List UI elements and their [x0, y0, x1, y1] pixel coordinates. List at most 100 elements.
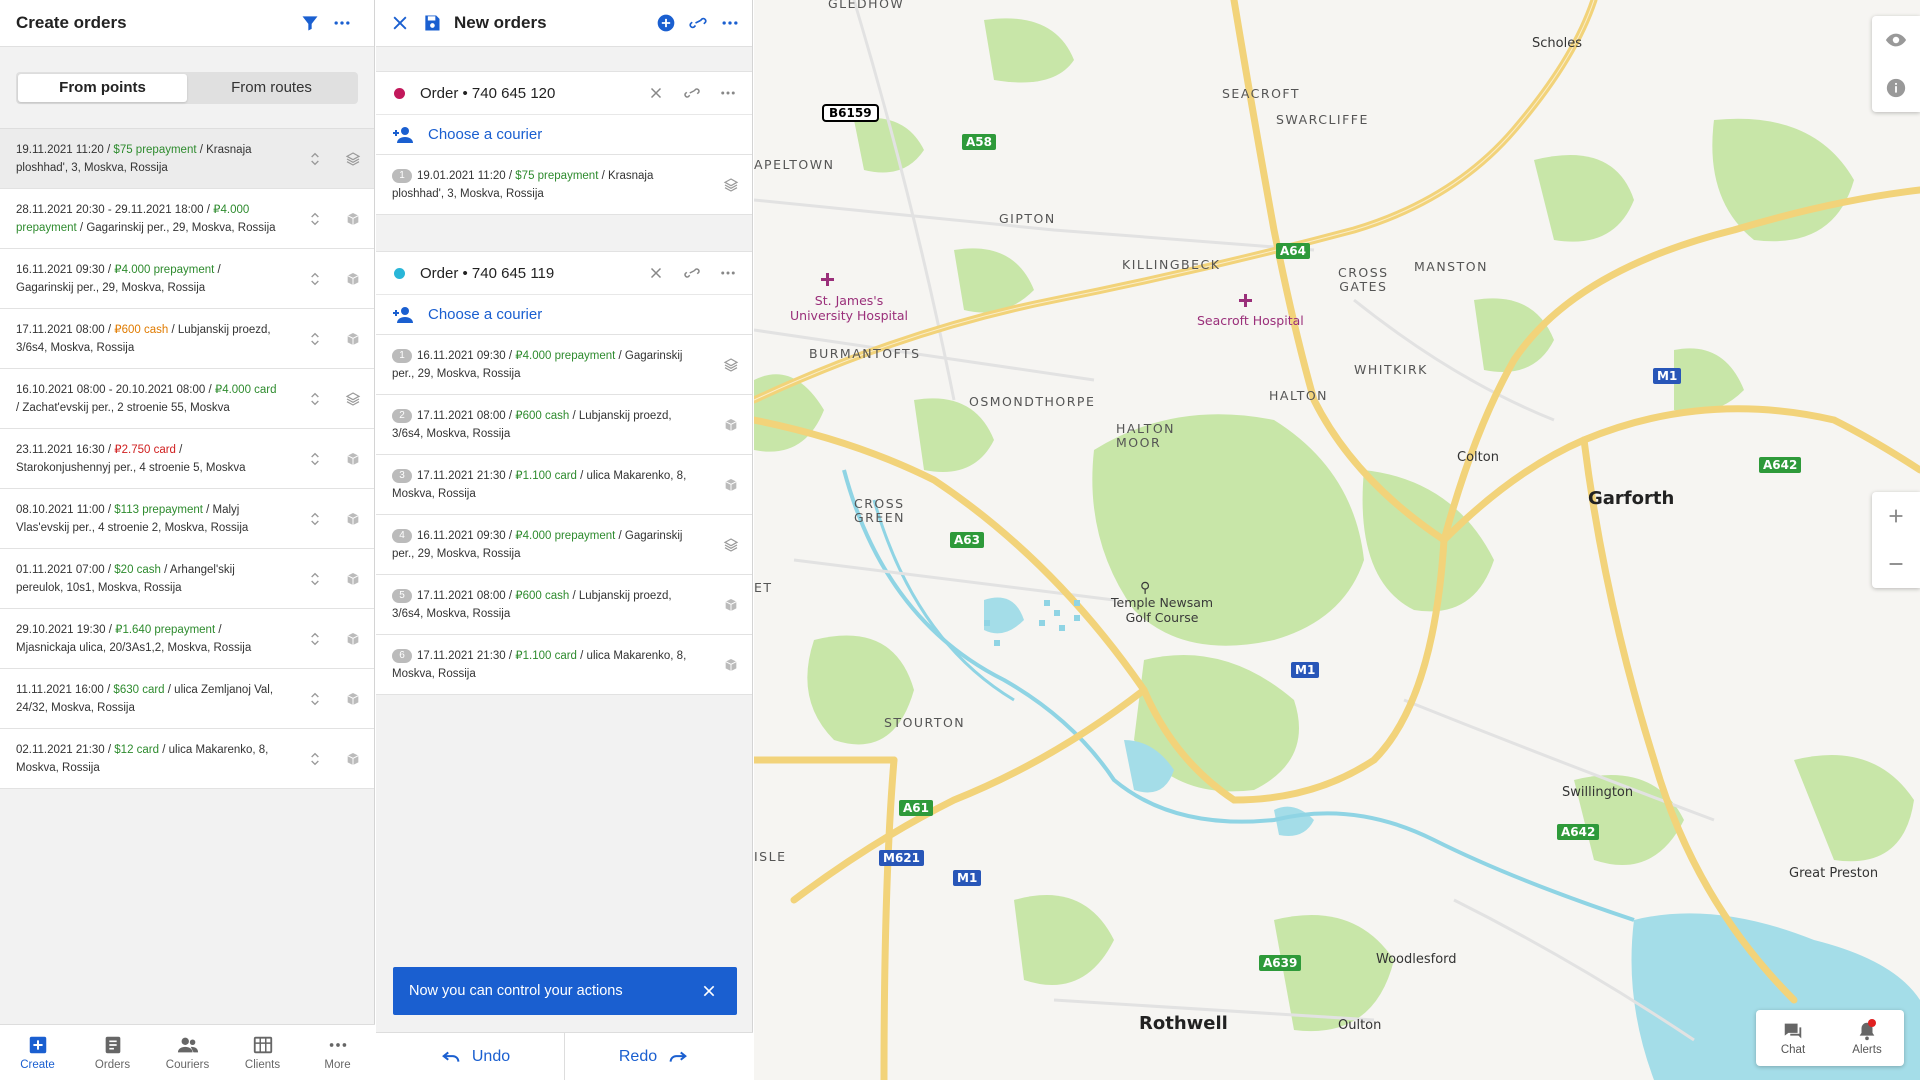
point-row[interactable]: 17.11.2021 08:00 / ₽600 cash / Lubjanski… — [0, 309, 374, 369]
map-label-swarcliffe: SWARCLIFFE — [1276, 112, 1369, 127]
expand-icon — [311, 272, 319, 285]
tab-from-routes[interactable]: From routes — [187, 74, 356, 102]
point-row[interactable]: 19.11.2021 11:20 / $75 prepayment / Kras… — [0, 129, 374, 189]
zoom-in-button[interactable] — [1872, 492, 1920, 540]
expand-button[interactable] — [304, 448, 326, 470]
zoom-out-button[interactable] — [1872, 540, 1920, 588]
box-icon — [347, 632, 359, 645]
map-canvas: ⚲ — [754, 0, 1920, 1080]
choose-courier-button[interactable]: Choose a courier — [376, 295, 752, 335]
order-type-button[interactable] — [720, 174, 742, 196]
point-row[interactable]: 11.11.2021 16:00 / $630 card / ulica Zem… — [0, 669, 374, 729]
expand-button[interactable] — [304, 208, 326, 230]
unlink-group-button[interactable] — [674, 75, 710, 111]
expand-button[interactable] — [304, 268, 326, 290]
map-view[interactable]: ⚲ GLEDHOW Scholes SEACROFT SWARCLIFFE AP… — [754, 0, 1920, 1080]
order-row[interactable]: 4 16.11.2021 09:30 / ₽4.000 prepayment / … — [376, 515, 752, 575]
point-payment: $12 card — [114, 743, 160, 756]
save-button[interactable] — [416, 7, 448, 39]
point-type-button[interactable] — [342, 748, 364, 770]
point-payment: ₽4.000 card — [214, 383, 277, 396]
road-shield-m1-c: M1 — [953, 870, 982, 886]
new-orders-title: New orders — [454, 13, 547, 32]
order-row[interactable]: 5 17.11.2021 08:00 / ₽600 cash / Lubjansk… — [376, 575, 752, 635]
info-button[interactable] — [1872, 64, 1920, 112]
point-type-button[interactable] — [342, 268, 364, 290]
nav-label: Create — [20, 1059, 55, 1071]
order-payment: $75 prepayment — [515, 169, 599, 182]
order-type-button[interactable] — [720, 534, 742, 556]
map-label-great-preston: Great Preston — [1789, 866, 1879, 881]
expand-button[interactable] — [304, 688, 326, 710]
nav-more[interactable]: More — [300, 1025, 375, 1080]
order-summary: 6 17.11.2021 21:30 / ₽1.100 card / ulica … — [392, 648, 687, 680]
point-type-button[interactable] — [342, 328, 364, 350]
expand-button[interactable] — [304, 388, 326, 410]
point-type-button[interactable] — [342, 628, 364, 650]
expand-button[interactable] — [304, 508, 326, 530]
order-type-button[interactable] — [720, 474, 742, 496]
new-orders-more-button[interactable] — [714, 7, 746, 39]
order-row[interactable]: 1 19.01.2021 11:20 / $75 prepayment / Kra… — [376, 155, 752, 215]
order-type-button[interactable] — [720, 354, 742, 376]
point-row[interactable]: 16.10.2021 08:00 - 20.10.2021 08:00 / ₽4… — [0, 369, 374, 429]
visibility-button[interactable] — [1872, 16, 1920, 64]
order-row[interactable]: 3 17.11.2021 21:30 / ₽1.100 card / ulica … — [376, 455, 752, 515]
expand-button[interactable] — [304, 568, 326, 590]
expand-button[interactable] — [304, 628, 326, 650]
point-type-button[interactable] — [342, 388, 364, 410]
point-type-button[interactable] — [342, 508, 364, 530]
alerts-button[interactable]: Alerts — [1830, 1010, 1904, 1066]
point-row[interactable]: 29.10.2021 19:30 / ₽1.640 prepayment / M… — [0, 609, 374, 669]
close-button[interactable] — [384, 7, 416, 39]
expand-button[interactable] — [304, 748, 326, 770]
choose-courier-button[interactable]: Choose a courier — [376, 115, 752, 155]
point-row[interactable]: 08.10.2021 11:00 / $113 prepayment / Mal… — [0, 489, 374, 549]
road-shield-a642-a: A642 — [1759, 457, 1802, 473]
point-type-button[interactable] — [342, 148, 364, 170]
remove-group-button[interactable] — [638, 75, 674, 111]
order-type-button[interactable] — [720, 414, 742, 436]
road-shield-a61: A61 — [899, 800, 933, 816]
order-row[interactable]: 6 17.11.2021 21:30 / ₽1.100 card / ulica … — [376, 635, 752, 695]
unlink-button[interactable] — [682, 7, 714, 39]
point-type-button[interactable] — [342, 208, 364, 230]
nav-orders[interactable]: Orders — [75, 1025, 150, 1080]
undo-button[interactable]: Undo — [376, 1033, 565, 1080]
expand-button[interactable] — [304, 328, 326, 350]
nav-clients[interactable]: Clients — [225, 1025, 300, 1080]
point-type-button[interactable] — [342, 568, 364, 590]
point-row[interactable]: 01.11.2021 07:00 / $20 cash / Arhangel's… — [0, 549, 374, 609]
filter-button[interactable] — [294, 7, 326, 39]
remove-group-button[interactable] — [638, 255, 674, 291]
expand-button[interactable] — [304, 148, 326, 170]
redo-button[interactable]: Redo — [565, 1033, 753, 1080]
box-icon — [347, 692, 359, 705]
order-type-button[interactable] — [720, 654, 742, 676]
order-row[interactable]: 2 17.11.2021 08:00 / ₽600 cash / Lubjansk… — [376, 395, 752, 455]
road-shield-a642-b: A642 — [1557, 824, 1600, 840]
order-row[interactable]: 1 16.11.2021 09:30 / ₽4.000 prepayment / … — [376, 335, 752, 395]
add-person-icon — [393, 306, 413, 323]
point-type-button[interactable] — [342, 448, 364, 470]
group-more-button[interactable] — [710, 255, 746, 291]
tab-from-points[interactable]: From points — [18, 73, 187, 102]
point-row[interactable]: 02.11.2021 21:30 / $12 card / ulica Maka… — [0, 729, 374, 789]
order-type-button[interactable] — [720, 594, 742, 616]
nav-create[interactable]: Create — [0, 1025, 75, 1080]
nav-couriers[interactable]: Couriers — [150, 1025, 225, 1080]
toast-close-button[interactable] — [697, 979, 721, 1003]
point-row[interactable]: 28.11.2021 20:30 - 29.11.2021 18:00 / ₽4… — [0, 189, 374, 249]
more-options-button[interactable] — [326, 7, 358, 39]
map-label-cross-gates: CROSS GATES — [1338, 265, 1389, 294]
group-color-dot — [394, 87, 405, 99]
add-order-button[interactable] — [650, 7, 682, 39]
point-row[interactable]: 23.11.2021 16:30 / ₽2.750 card / Staroko… — [0, 429, 374, 489]
point-row[interactable]: 16.11.2021 09:30 / ₽4.000 prepayment / G… — [0, 249, 374, 309]
choose-courier-label: Choose a courier — [428, 306, 543, 323]
orders-icon — [105, 1036, 120, 1054]
chat-button[interactable]: Chat — [1756, 1010, 1830, 1066]
point-type-button[interactable] — [342, 688, 364, 710]
unlink-group-button[interactable] — [674, 255, 710, 291]
group-more-button[interactable] — [710, 75, 746, 111]
